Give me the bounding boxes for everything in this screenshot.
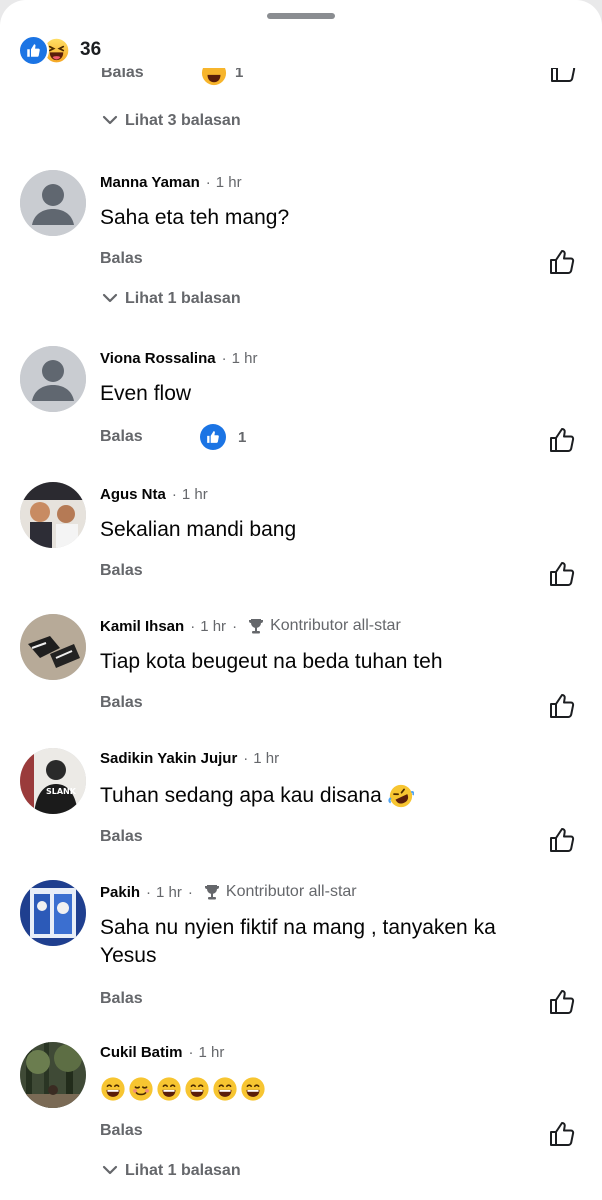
separator-dot: · bbox=[171, 486, 177, 503]
comment-time[interactable]: 1 hr bbox=[200, 618, 226, 635]
avatar[interactable] bbox=[20, 614, 86, 680]
like-icon[interactable] bbox=[549, 68, 577, 89]
separator-dot: · bbox=[232, 617, 238, 635]
comment-time[interactable]: 1 hr bbox=[232, 350, 258, 367]
separator-dot: · bbox=[146, 883, 152, 901]
avatar[interactable] bbox=[20, 170, 86, 236]
reaction-count: 1 bbox=[238, 428, 247, 446]
avatar[interactable] bbox=[20, 880, 86, 946]
comment: Agus Nta · 1 hr Sekalian mandi bang Bala… bbox=[0, 482, 602, 592]
reply-button[interactable]: Balas bbox=[100, 990, 143, 1008]
comment-time[interactable]: 1 hr bbox=[253, 750, 279, 767]
avatar[interactable]: SLANK bbox=[20, 748, 86, 814]
like-icon[interactable] bbox=[548, 826, 576, 854]
like-icon[interactable] bbox=[548, 692, 576, 720]
comment-time[interactable]: 1 hr bbox=[199, 1044, 225, 1061]
reply-button[interactable]: Balas bbox=[101, 68, 144, 82]
comment-author[interactable]: Sadikin Yakin Jujur bbox=[100, 750, 237, 767]
comments-sheet: 36 Balas 1 Lihat 3 balasan Manna Yaman ·… bbox=[0, 0, 602, 1200]
separator-dot: · bbox=[188, 1044, 194, 1061]
comments-list[interactable]: Balas 1 Lihat 3 balasan Manna Yaman · 1 … bbox=[0, 68, 602, 1200]
avatar[interactable] bbox=[20, 346, 86, 412]
chevron-down-icon bbox=[102, 290, 118, 308]
comment: Viona Rossalina · 1 hr Even flow Balas 1 bbox=[0, 346, 602, 456]
comment-author[interactable]: Manna Yaman bbox=[100, 174, 200, 191]
avatar[interactable] bbox=[20, 1042, 86, 1108]
comment-text-row: Tuhan sedang apa kau disana bbox=[100, 782, 550, 810]
comment-text: Tiap kota beugeut na beda tuhan teh bbox=[100, 650, 443, 673]
like-reaction-icon bbox=[200, 424, 226, 450]
comment-author[interactable]: Cukil Batim bbox=[100, 1044, 183, 1061]
partial-comment-row: Balas 1 bbox=[101, 68, 581, 86]
reply-button[interactable]: Balas bbox=[100, 1122, 143, 1140]
svg-text:SLANK: SLANK bbox=[46, 787, 77, 796]
comment: Kamil Ihsan · 1 hr · Kontributor all-sta… bbox=[0, 614, 602, 724]
trophy-icon bbox=[246, 616, 266, 636]
contributor-badge[interactable]: Kontributor all-star bbox=[270, 617, 401, 635]
comment-author[interactable]: Pakih bbox=[100, 884, 140, 901]
comment-time[interactable]: 1 hr bbox=[156, 884, 182, 901]
comment-text: Sekalian mandi bang bbox=[100, 518, 297, 541]
separator-dot: · bbox=[187, 883, 193, 901]
chevron-down-icon bbox=[102, 112, 118, 130]
reply-button[interactable]: Balas bbox=[100, 828, 143, 846]
drag-handle[interactable] bbox=[267, 13, 335, 19]
rofl-emoji-icon bbox=[388, 783, 414, 809]
like-icon[interactable] bbox=[548, 560, 576, 588]
grin-emoji-icon bbox=[212, 1076, 238, 1110]
contributor-badge[interactable]: Kontributor all-star bbox=[226, 883, 357, 901]
like-reaction-icon bbox=[18, 34, 49, 66]
like-icon[interactable] bbox=[548, 1120, 576, 1148]
comment: Cukil Batim · 1 hr 😄☺😄😄😄😄 Balas bbox=[0, 1042, 602, 1192]
reply-button[interactable]: Balas bbox=[100, 694, 143, 712]
comment-author[interactable]: Agus Nta bbox=[100, 486, 166, 503]
trophy-icon bbox=[202, 882, 222, 902]
view-replies-link[interactable]: Lihat 1 balasan bbox=[102, 1162, 241, 1180]
smiling-emoji-icon bbox=[128, 1076, 154, 1110]
comment-text: Saha nu nyien fiktif na mang , tanyaken … bbox=[100, 916, 496, 967]
view-replies-link[interactable]: Lihat 1 balasan bbox=[102, 290, 241, 308]
grin-emoji-icon bbox=[240, 1076, 266, 1110]
comment-time[interactable]: 1 hr bbox=[216, 174, 242, 191]
comment-text: Saha eta teh mang? bbox=[100, 206, 290, 229]
like-icon[interactable] bbox=[548, 426, 576, 454]
reply-button[interactable]: Balas bbox=[100, 250, 143, 268]
reply-button[interactable]: Balas bbox=[100, 562, 143, 580]
comment-text: Tuhan sedang apa kau disana bbox=[100, 784, 382, 807]
reply-button[interactable]: Balas bbox=[100, 428, 143, 446]
view-replies-link[interactable]: Lihat 3 balasan bbox=[102, 112, 241, 130]
grin-emoji-icon bbox=[156, 1076, 182, 1110]
reaction-count: 36 bbox=[80, 39, 102, 60]
haha-reaction-icon bbox=[201, 68, 227, 91]
comment: Manna Yaman · 1 hr Saha eta teh mang? Ba… bbox=[0, 170, 602, 320]
comment: SLANK Sadikin Yakin Jujur · 1 hr Tuhan s… bbox=[0, 748, 602, 858]
separator-dot: · bbox=[190, 617, 196, 635]
comment-text: 😄☺😄😄😄😄 bbox=[100, 1076, 550, 1110]
like-icon[interactable] bbox=[548, 248, 576, 276]
chevron-down-icon bbox=[102, 1162, 118, 1180]
comment-reactions[interactable]: 1 bbox=[200, 424, 246, 450]
avatar[interactable] bbox=[20, 482, 86, 548]
comment-author[interactable]: Viona Rossalina bbox=[100, 350, 216, 367]
separator-dot: · bbox=[243, 750, 249, 767]
separator-dot: · bbox=[205, 174, 211, 191]
comment: Pakih · 1 hr · Kontributor all-star Saha… bbox=[0, 880, 602, 1020]
like-icon[interactable] bbox=[548, 988, 576, 1016]
comment-author[interactable]: Kamil Ihsan bbox=[100, 618, 184, 635]
separator-dot: · bbox=[221, 350, 227, 367]
grin-emoji-icon bbox=[184, 1076, 210, 1110]
grin-emoji-icon bbox=[100, 1076, 126, 1110]
emoji-row bbox=[100, 1076, 550, 1110]
reaction-count: 1 bbox=[235, 68, 244, 81]
comment-time[interactable]: 1 hr bbox=[182, 486, 208, 503]
reaction-summary[interactable]: 36 bbox=[18, 34, 102, 66]
comment-text: Even flow bbox=[100, 382, 192, 405]
